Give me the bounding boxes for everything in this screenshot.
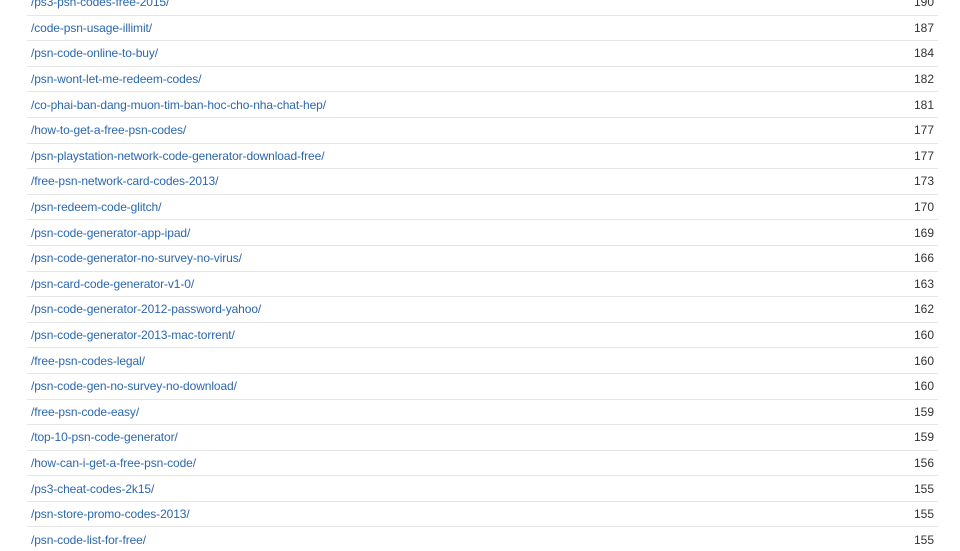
table-row: /psn-redeem-code-glitch/170 (27, 195, 938, 221)
view-count: 177 (913, 123, 934, 138)
view-count: 184 (913, 46, 934, 61)
page-path-link[interactable]: /psn-code-generator-2012-password-yahoo/ (31, 302, 261, 316)
table-row: /free-psn-codes-legal/160 (27, 348, 938, 374)
page-path-link[interactable]: /free-psn-codes-legal/ (31, 354, 145, 368)
view-count: 166 (913, 251, 934, 266)
page-path-link[interactable]: /co-phai-ban-dang-muon-tim-ban-hoc-cho-n… (31, 98, 326, 112)
table-row: /ps3-cheat-codes-2k15/155 (27, 476, 938, 502)
page-path-link[interactable]: /psn-card-code-generator-v1-0/ (31, 277, 194, 291)
table-row: /psn-wont-let-me-redeem-codes/182 (27, 67, 938, 93)
table-row: /psn-code-generator-2013-mac-torrent/160 (27, 323, 938, 349)
table-row: /psn-code-generator-no-survey-no-virus/1… (27, 246, 938, 272)
page-path-link[interactable]: /free-psn-code-easy/ (31, 405, 139, 419)
table-row: /psn-code-generator-2012-password-yahoo/… (27, 297, 938, 323)
table-row: /psn-code-generator-app-ipad/169 (27, 220, 938, 246)
table-row: /how-can-i-get-a-free-psn-code/156 (27, 451, 938, 477)
page-path-link[interactable]: /psn-wont-let-me-redeem-codes/ (31, 72, 202, 86)
table-row: /top-10-psn-code-generator/159 (27, 425, 938, 451)
page-path-link[interactable]: /psn-redeem-code-glitch/ (31, 200, 161, 214)
view-count: 181 (913, 97, 934, 112)
page-path-link[interactable]: /top-10-psn-code-generator/ (31, 430, 178, 444)
view-count: 173 (913, 174, 934, 189)
view-count: 155 (913, 507, 934, 522)
view-count: 187 (913, 20, 934, 35)
view-count: 155 (913, 532, 934, 547)
page-path-link[interactable]: /psn-code-list-for-free/ (31, 533, 146, 547)
page-path-link[interactable]: /ps3-psn-codes-free-2015/ (31, 0, 169, 9)
page-path-link[interactable]: /psn-code-generator-app-ipad/ (31, 226, 190, 240)
table-row: /psn-code-gen-no-survey-no-download/160 (27, 374, 938, 400)
table-row: /code-psn-usage-illimit/187 (27, 16, 938, 42)
view-count: 177 (913, 148, 934, 163)
table-row: /ps3-psn-codes-free-2015/190 (27, 0, 938, 16)
table-row: /psn-playstation-network-code-generator-… (27, 144, 938, 170)
view-count: 160 (913, 379, 934, 394)
view-count: 160 (913, 328, 934, 343)
page-path-link[interactable]: /psn-code-gen-no-survey-no-download/ (31, 379, 237, 393)
table-row: /psn-card-code-generator-v1-0/163 (27, 272, 938, 298)
view-count: 169 (913, 225, 934, 240)
page-path-link[interactable]: /how-can-i-get-a-free-psn-code/ (31, 456, 196, 470)
view-count: 160 (913, 353, 934, 368)
table-row: /psn-code-list-for-free/155 (27, 527, 938, 551)
page-path-link[interactable]: /psn-store-promo-codes-2013/ (31, 507, 190, 521)
table-row: /co-phai-ban-dang-muon-tim-ban-hoc-cho-n… (27, 92, 938, 118)
view-count: 163 (913, 276, 934, 291)
table-row: /free-psn-network-card-codes-2013/173 (27, 169, 938, 195)
table-row: /free-psn-code-easy/159 (27, 400, 938, 426)
view-count: 182 (913, 72, 934, 87)
page-path-link[interactable]: /how-to-get-a-free-psn-codes/ (31, 123, 186, 137)
view-count: 170 (913, 200, 934, 215)
view-count: 155 (913, 481, 934, 496)
table-row: /psn-code-online-to-buy/184 (27, 41, 938, 67)
page-path-link[interactable]: /psn-code-generator-no-survey-no-virus/ (31, 251, 242, 265)
page-views-table: /ps3-psn-codes-free-2015/190/code-psn-us… (27, 0, 938, 551)
page-path-link[interactable]: /psn-code-generator-2013-mac-torrent/ (31, 328, 235, 342)
view-count: 156 (913, 455, 934, 470)
page-path-link[interactable]: /psn-playstation-network-code-generator-… (31, 149, 325, 163)
page-path-link[interactable]: /free-psn-network-card-codes-2013/ (31, 174, 218, 188)
view-count: 190 (913, 0, 934, 10)
page-path-link[interactable]: /psn-code-online-to-buy/ (31, 46, 158, 60)
page-path-link[interactable]: /code-psn-usage-illimit/ (31, 21, 152, 35)
table-row: /how-to-get-a-free-psn-codes/177 (27, 118, 938, 144)
view-count: 159 (913, 430, 934, 445)
view-count: 159 (913, 404, 934, 419)
view-count: 162 (913, 302, 934, 317)
page-path-link[interactable]: /ps3-cheat-codes-2k15/ (31, 482, 154, 496)
table-row: /psn-store-promo-codes-2013/155 (27, 502, 938, 528)
